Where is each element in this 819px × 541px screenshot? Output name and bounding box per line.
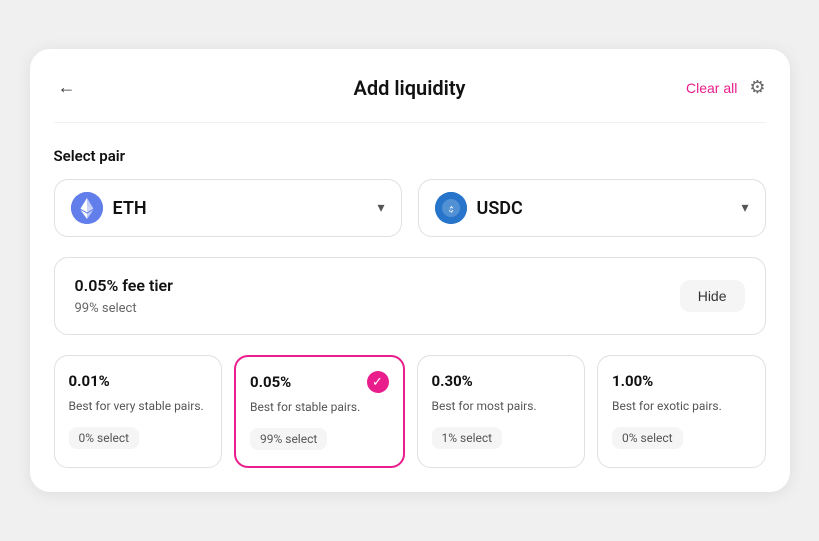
fee-tier-box: 0.05% fee tier 99% select Hide	[54, 257, 766, 335]
eth-icon	[71, 192, 103, 224]
add-liquidity-card: ← Add liquidity Clear all ⚙ Select pair	[30, 49, 790, 492]
header: ← Add liquidity Clear all ⚙	[54, 73, 766, 123]
fee-card-030-desc: Best for most pairs.	[432, 398, 571, 415]
fee-card-030-value: 0.30%	[432, 372, 571, 390]
fee-card-100-desc: Best for exotic pairs.	[612, 398, 751, 415]
fee-card-005[interactable]: ✓ 0.05% Best for stable pairs. 99% selec…	[234, 355, 405, 468]
usdc-icon	[435, 192, 467, 224]
select-pair-section: Select pair	[54, 147, 766, 237]
fee-card-100-value: 1.00%	[612, 372, 751, 390]
token2-chevron-down-icon: ▾	[741, 200, 748, 216]
settings-button[interactable]: ⚙	[749, 77, 765, 98]
fee-card-001-desc: Best for very stable pairs.	[69, 398, 208, 415]
clear-all-button[interactable]: Clear all	[686, 80, 737, 96]
fee-card-100-select: 0% select	[612, 427, 683, 449]
back-button[interactable]: ←	[54, 73, 80, 102]
section-label: Select pair	[54, 147, 766, 165]
header-left: ←	[54, 73, 134, 102]
fee-tier-info: 0.05% fee tier 99% select	[75, 276, 173, 316]
token1-name: ETH	[113, 198, 147, 219]
fee-card-005-select: 99% select	[250, 428, 327, 450]
token2-selector[interactable]: USDC ▾	[418, 179, 766, 237]
fee-card-001[interactable]: 0.01% Best for very stable pairs. 0% sel…	[54, 355, 223, 468]
header-right: Clear all ⚙	[686, 77, 766, 98]
fee-card-001-value: 0.01%	[69, 372, 208, 390]
fee-tier-select-pct: 99% select	[75, 301, 173, 316]
pair-selectors: ETH ▾ USDC ▾	[54, 179, 766, 237]
fee-cards: 0.01% Best for very stable pairs. 0% sel…	[54, 355, 766, 468]
fee-card-030-select: 1% select	[432, 427, 503, 449]
hide-button[interactable]: Hide	[680, 280, 745, 312]
fee-card-030[interactable]: 0.30% Best for most pairs. 1% select	[417, 355, 586, 468]
fee-card-100[interactable]: 1.00% Best for exotic pairs. 0% select	[597, 355, 766, 468]
fee-card-005-desc: Best for stable pairs.	[250, 399, 389, 416]
selected-check-icon: ✓	[367, 371, 389, 393]
token1-selector[interactable]: ETH ▾	[54, 179, 402, 237]
token2-name: USDC	[477, 198, 523, 219]
fee-card-001-select: 0% select	[69, 427, 140, 449]
page-title: Add liquidity	[354, 76, 466, 100]
token1-chevron-down-icon: ▾	[377, 200, 384, 216]
fee-tier-value: 0.05% fee tier	[75, 276, 173, 295]
